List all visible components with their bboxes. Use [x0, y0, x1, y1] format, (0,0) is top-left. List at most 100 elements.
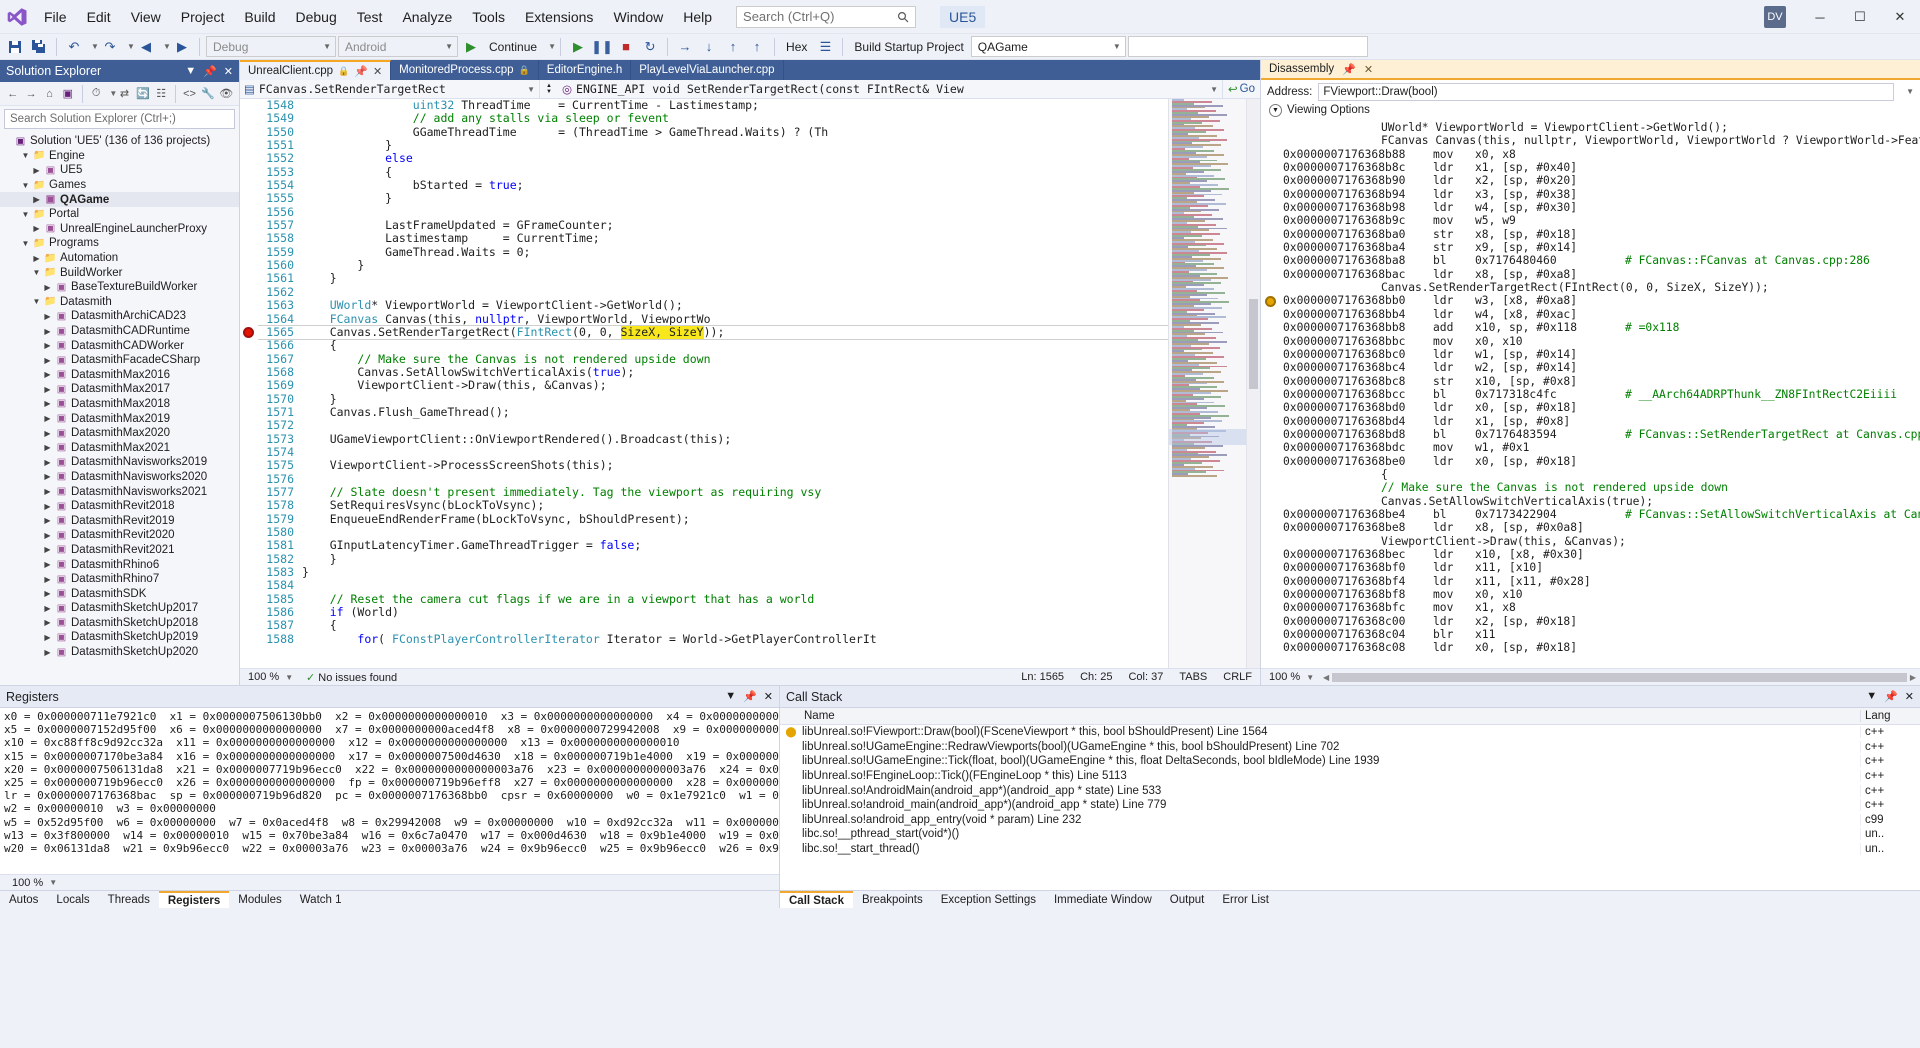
pin-icon[interactable]: 📌	[1342, 63, 1356, 76]
disassembly-instruction[interactable]: 0x0000007176368ba0strx8, [sp, #0x18]	[1261, 228, 1920, 241]
code-line[interactable]: 1580	[258, 526, 1168, 539]
code-line[interactable]: 1575 ViewportClient->ProcessScreenShots(…	[258, 459, 1168, 472]
code-line[interactable]: 1561 }	[258, 272, 1168, 285]
disassembly-instruction[interactable]: 0x0000007176368becldrx10, [x8, #0x30]	[1261, 548, 1920, 561]
tree-node-datasmithmax2017[interactable]: ▶▣DatasmithMax2017	[0, 382, 239, 397]
code-line[interactable]: 1572	[258, 419, 1168, 432]
go-button[interactable]: ↩ Go	[1223, 82, 1260, 96]
tab-watch-1[interactable]: Watch 1	[291, 891, 351, 908]
undo-icon[interactable]: ↶	[63, 36, 85, 58]
tree-node-datasmithsdk[interactable]: ▶▣DatasmithSDK	[0, 586, 239, 601]
close-icon[interactable]: ✕	[373, 65, 382, 78]
menu-test[interactable]: Test	[347, 0, 393, 34]
menu-help[interactable]: Help	[673, 0, 722, 34]
home-icon[interactable]: ⌂	[41, 84, 58, 103]
tab-call-stack[interactable]: Call Stack	[780, 891, 853, 908]
window-controls[interactable]: DV ─ ☐ ✕	[1764, 0, 1920, 34]
call-stack-row[interactable]: libUnreal.so!AndroidMain(android_app*)(a…	[780, 783, 1920, 798]
disassembly-instruction[interactable]: 0x0000007176368bc0ldrw1, [sp, #0x14]	[1261, 348, 1920, 361]
tree-node-games[interactable]: ▼📁Games	[0, 178, 239, 193]
code-line[interactable]: 1548 uint32 ThreadTime = CurrentTime - L…	[258, 99, 1168, 112]
expander-icon[interactable]: ▶	[41, 341, 54, 350]
menu-debug[interactable]: Debug	[286, 0, 347, 34]
scrollbar-thumb[interactable]	[1249, 299, 1258, 389]
disassembly-zoom-select[interactable]: 100 %▼	[1261, 671, 1319, 683]
code-line[interactable]: 1568 Canvas.SetAllowSwitchVerticalAxis(t…	[258, 366, 1168, 379]
expander-icon[interactable]: ▼	[19, 239, 32, 248]
call-stack-row[interactable]: libUnreal.so!UGameEngine::Tick(float, bo…	[780, 754, 1920, 769]
tab-modules[interactable]: Modules	[229, 891, 290, 908]
expander-icon[interactable]: ▶	[41, 502, 54, 511]
code-line[interactable]: 1588 for( FConstPlayerControllerIterator…	[258, 633, 1168, 646]
tree-node-unrealenginelauncherproxy[interactable]: ▶▣UnrealEngineLauncherProxy	[0, 222, 239, 237]
tree-node-datasmithnavisworks2020[interactable]: ▶▣DatasmithNavisworks2020	[0, 470, 239, 485]
code-line[interactable]: 1551 }	[258, 139, 1168, 152]
editor-minimap[interactable]	[1168, 99, 1246, 668]
disassembly-instruction[interactable]: 0x0000007176368b9cmovw5, w9	[1261, 214, 1920, 227]
close-button[interactable]: ✕	[1880, 0, 1920, 34]
step-into-icon[interactable]: ↓	[698, 36, 720, 58]
properties-icon[interactable]: 🔧	[199, 84, 216, 103]
code-line[interactable]: 1558 Lastimestamp = CurrentTime;	[258, 232, 1168, 245]
step-over-icon[interactable]: →	[674, 36, 696, 58]
pin-icon[interactable]: 📌	[354, 65, 368, 78]
expander-icon[interactable]: ▼	[19, 181, 32, 190]
code-line[interactable]: 1550 GGameThreadTime = (ThreadTime > Gam…	[258, 126, 1168, 139]
menu-extensions[interactable]: Extensions	[515, 0, 603, 34]
call-stack-row[interactable]: ⬤libUnreal.so!FViewport::Draw(bool)(FSce…	[780, 725, 1920, 740]
solution-platform-select[interactable]: Android▼	[338, 36, 458, 57]
continue-dropdown-icon[interactable]: ▼	[544, 36, 554, 58]
tree-node-programs[interactable]: ▼📁Programs	[0, 236, 239, 251]
disassembly-instruction[interactable]: 0x0000007176368c08ldrx0, [sp, #0x18]	[1261, 641, 1920, 654]
code-line[interactable]: 1573 UGameViewportClient::OnViewportRend…	[258, 433, 1168, 446]
pin-icon[interactable]: 📌	[743, 690, 757, 703]
tree-node-datasmithcadruntime[interactable]: ▶▣DatasmithCADRuntime	[0, 324, 239, 339]
tab-registers[interactable]: Registers	[159, 891, 229, 908]
redo-icon[interactable]: ↷	[99, 36, 121, 58]
minimize-button[interactable]: ─	[1800, 0, 1840, 34]
call-stack-rows[interactable]: ⬤libUnreal.so!FViewport::Draw(bool)(FSce…	[780, 725, 1920, 890]
disassembly-instruction[interactable]: 0x0000007176368b8cldrx1, [sp, #0x40]	[1261, 161, 1920, 174]
startup-project-select[interactable]: QAGame▼	[971, 36, 1126, 57]
code-line[interactable]: 1577 // Slate doesn't present immediatel…	[258, 486, 1168, 499]
tree-node-datasmithnavisworks2021[interactable]: ▶▣DatasmithNavisworks2021	[0, 484, 239, 499]
expander-icon[interactable]: ▶	[41, 487, 54, 496]
menu-project[interactable]: Project	[171, 0, 235, 34]
debug-windows-tabs-right[interactable]: Call StackBreakpointsException SettingsI…	[780, 891, 1920, 908]
nav-member-select[interactable]: ◎ ENGINE_API void SetRenderTargetRect(co…	[558, 80, 1223, 99]
stop-icon[interactable]: ■	[615, 36, 637, 58]
code-line[interactable]: 1565 Canvas.SetRenderTargetRect(FIntRect…	[258, 326, 1168, 339]
step-out-icon[interactable]: ↑	[722, 36, 744, 58]
code-line[interactable]: 1563 UWorld* ViewportWorld = ViewportCli…	[258, 299, 1168, 312]
expander-icon[interactable]: ▶	[41, 399, 54, 408]
tree-node-datasmithfacadecsharp[interactable]: ▶▣DatasmithFacadeCSharp	[0, 353, 239, 368]
code-lines-container[interactable]: 1548 uint32 ThreadTime = CurrentTime - L…	[258, 99, 1168, 668]
call-stack-row[interactable]: libUnreal.so!FEngineLoop::Tick()(FEngine…	[780, 769, 1920, 784]
editor-zoom-select[interactable]: 100 %▼	[240, 671, 298, 683]
tree-node-buildworker[interactable]: ▼📁BuildWorker	[0, 265, 239, 280]
code-line[interactable]: 1571 Canvas.Flush_GameThread();	[258, 406, 1168, 419]
expander-icon[interactable]: ▶	[41, 458, 54, 467]
editor-tab-strip[interactable]: UnrealClient.cpp🔒📌✕MonitoredProcess.cpp🔒…	[240, 60, 1260, 80]
disassembly-instruction[interactable]: 0x0000007176368be4bl0x7173422904# FCanva…	[1261, 508, 1920, 521]
expander-icon[interactable]: ▶	[41, 443, 54, 452]
tab-immediate-window[interactable]: Immediate Window	[1045, 891, 1161, 908]
tree-node-datasmithrevit2021[interactable]: ▶▣DatasmithRevit2021	[0, 543, 239, 558]
navigate-backward-icon[interactable]: ◀	[135, 36, 157, 58]
call-stack-row[interactable]: libc.so!__pthread_start(void*)()un..	[780, 827, 1920, 842]
save-icon[interactable]	[4, 36, 26, 58]
current-instruction-marker[interactable]	[1265, 296, 1276, 307]
code-line[interactable]: 1579 EnqueueEndRenderFrame(bLockToVsync,…	[258, 513, 1168, 526]
preview-selected-items-icon[interactable]: 👁	[218, 84, 235, 103]
disassembly-instruction[interactable]: 0x0000007176368ba8bl0x7176480460# FCanva…	[1261, 254, 1920, 267]
code-line[interactable]: 1559 GameThread.Waits = 0;	[258, 246, 1168, 259]
tab-error-list[interactable]: Error List	[1213, 891, 1278, 908]
disassembly-instruction[interactable]: 0x0000007176368bc8strx10, [sp, #0x8]	[1261, 375, 1920, 388]
quick-search-input[interactable]: Search (Ctrl+Q)	[736, 6, 916, 28]
disassembly-instruction[interactable]: 0x0000007176368bdcmovw1, #0x1	[1261, 441, 1920, 454]
code-line[interactable]: 1585 // Reset the camera cut flags if we…	[258, 593, 1168, 606]
debug-windows-tabs-left[interactable]: AutosLocalsThreadsRegistersModulesWatch …	[0, 891, 780, 908]
tree-node-basetexturebuildworker[interactable]: ▶▣BaseTextureBuildWorker	[0, 280, 239, 295]
disassembly-instruction[interactable]: 0x0000007176368bacldrx8, [sp, #0xa8]	[1261, 268, 1920, 281]
code-line[interactable]: 1583}	[258, 566, 1168, 579]
